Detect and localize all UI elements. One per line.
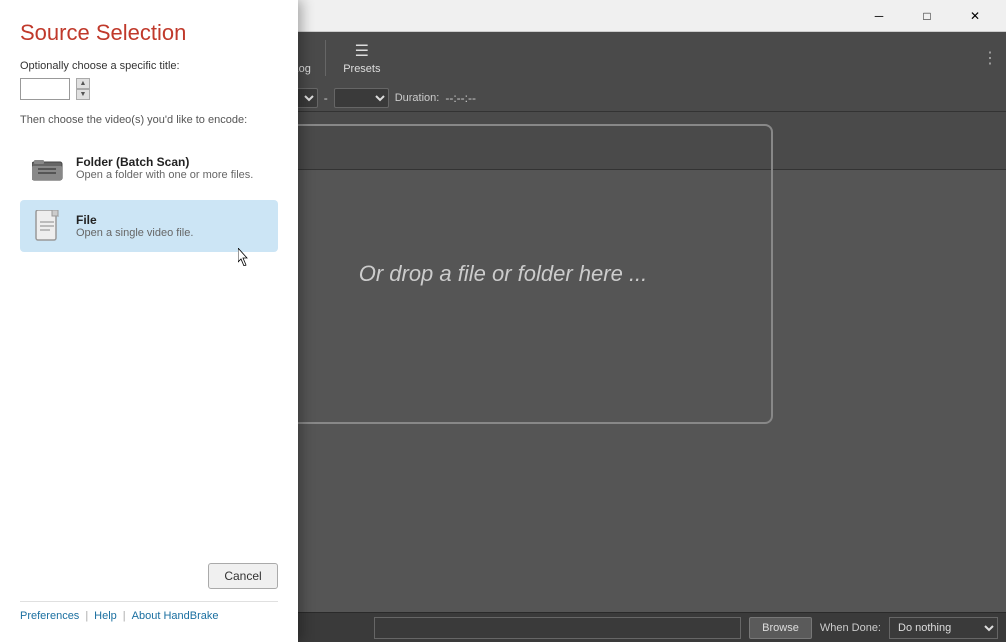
file-option-desc: Open a single video file. — [76, 227, 193, 239]
presets-label: Presets — [343, 63, 380, 75]
cancel-wrapper: Cancel — [20, 563, 278, 589]
folder-option-text: Folder (Batch Scan) Open a folder with o… — [76, 155, 253, 181]
file-option-text: File Open a single video file. — [76, 213, 193, 239]
spinner-down[interactable]: ▼ — [76, 89, 90, 100]
overlay-footer: Cancel Preferences | Help | About HandBr… — [20, 553, 278, 622]
main-window: 🎬 HandBrake ─ □ ✕ ▶ Start Encode ⊞ Queue… — [0, 0, 1006, 642]
file-option-title: File — [76, 213, 193, 227]
title-input[interactable] — [20, 78, 70, 100]
output-path-input[interactable] — [374, 617, 742, 639]
file-option[interactable]: File Open a single video file. — [20, 200, 278, 252]
browse-button[interactable]: Browse — [749, 617, 812, 639]
toolbar-sep-4 — [325, 40, 326, 76]
cancel-button[interactable]: Cancel — [208, 563, 278, 589]
toolbar-menu-icon[interactable]: ⋮ — [982, 48, 998, 68]
footer-sep-2: | — [123, 610, 126, 622]
source-selection-panel: Source Selection Optionally choose a spe… — [0, 0, 298, 642]
source-selection-title: Source Selection — [20, 20, 278, 46]
minimize-button[interactable]: ─ — [856, 0, 902, 32]
close-button[interactable]: ✕ — [952, 0, 998, 32]
spinner-up[interactable]: ▲ — [76, 78, 90, 89]
footer-sep-1: | — [85, 610, 88, 622]
folder-option-desc: Open a folder with one or more files. — [76, 169, 253, 181]
title-choose-label: Optionally choose a specific title: — [20, 60, 278, 72]
drop-zone[interactable]: Or drop a file or folder here ... — [233, 124, 773, 424]
about-link[interactable]: About HandBrake — [132, 610, 219, 622]
presets-button[interactable]: ☰ Presets — [332, 36, 392, 80]
title-row: ▲ ▼ — [20, 78, 278, 100]
preferences-link[interactable]: Preferences — [20, 610, 79, 622]
presets-icon: ☰ — [350, 41, 374, 61]
window-controls: ─ □ ✕ — [856, 0, 998, 32]
folder-option-title: Folder (Batch Scan) — [76, 155, 253, 169]
help-link[interactable]: Help — [94, 610, 117, 622]
when-done-label: When Done: — [820, 622, 881, 634]
drop-zone-text: Or drop a file or folder here ... — [359, 261, 648, 287]
maximize-button[interactable]: □ — [904, 0, 950, 32]
folder-icon — [32, 152, 64, 184]
title-spinner: ▲ ▼ — [76, 78, 90, 100]
video-choose-label: Then choose the video(s) you'd like to e… — [20, 114, 278, 126]
footer-links: Preferences | Help | About HandBrake — [20, 601, 278, 622]
folder-option[interactable]: Folder (Batch Scan) Open a folder with o… — [20, 142, 278, 194]
when-done-select[interactable]: Do nothing Shutdown Sleep Quit HandBrake — [889, 617, 998, 639]
file-icon — [32, 210, 64, 242]
